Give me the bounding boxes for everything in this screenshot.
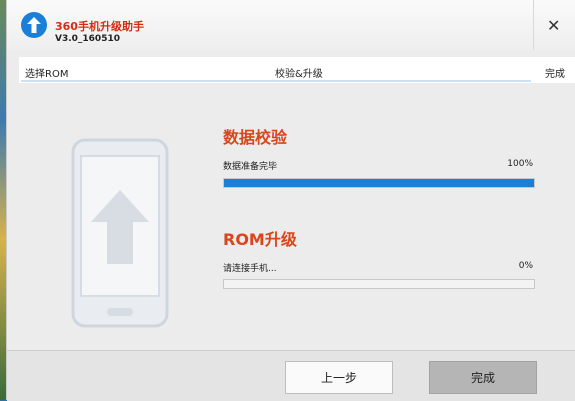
app-logo-icon <box>21 12 47 38</box>
step-verify-upgrade: 校验&升级 <box>275 69 323 80</box>
verify-progress-fill <box>224 179 534 187</box>
footer-bar: 上一步 完成 <box>7 350 575 401</box>
verify-status: 数据准备完毕 <box>223 162 278 172</box>
step-complete: 完成 <box>545 69 565 80</box>
verify-percent: 100% <box>507 159 533 169</box>
verify-title: 数据校验 <box>223 128 288 147</box>
app-version: V3.0_160510 <box>55 34 120 44</box>
upgrade-percent: 0% <box>518 261 533 271</box>
done-button[interactable]: 完成 <box>429 361 537 394</box>
app-title: 360手机升级助手 <box>55 20 144 33</box>
close-button[interactable]: ✕ <box>533 0 575 50</box>
verify-progress-bar <box>223 178 535 188</box>
title-bar[interactable]: 360手机升级助手 V3.0_160510 ✕ <box>7 0 575 50</box>
step-select-rom: 选择ROM <box>25 69 69 80</box>
phone-upload-icon <box>71 138 171 332</box>
previous-step-button[interactable]: 上一步 <box>285 361 393 394</box>
upgrade-title: ROM升级 <box>223 230 297 249</box>
main-content: 数据校验 数据准备完毕 100% ROM升级 请连接手机... 0% <box>7 88 575 350</box>
upgrade-progress-bar <box>223 279 535 289</box>
close-icon: ✕ <box>547 16 561 35</box>
upgrade-status: 请连接手机... <box>223 264 277 274</box>
app-window: 360手机升级助手 V3.0_160510 ✕ 选择ROM 校验&升级 完成 数… <box>6 0 575 401</box>
step-progress-line <box>21 80 531 82</box>
